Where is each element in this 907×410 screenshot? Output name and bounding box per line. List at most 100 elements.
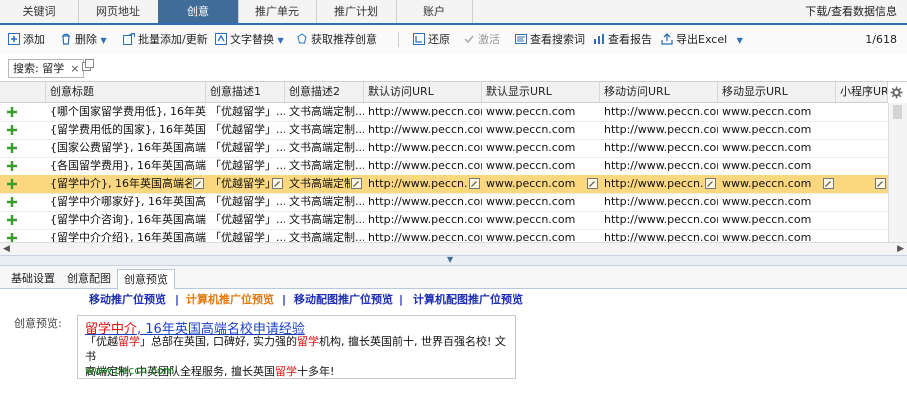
cell-title[interactable]: {留学中介}, 16年英国高端名校申 [46, 175, 192, 193]
restore-button[interactable]: 还原 [413, 25, 450, 54]
collapse-icon[interactable]: ▼ [447, 255, 453, 264]
preview-pc-tab[interactable]: 计算机推广位预览 [186, 292, 274, 308]
batch-add-button[interactable]: 批量添加/更新 [123, 25, 208, 54]
header-mobile-display-url[interactable]: 移动显示URL [718, 82, 836, 102]
cell-desc1[interactable]: 「优越留学」... [206, 139, 285, 157]
header-default-visit-url[interactable]: 默认访问URL [364, 82, 482, 102]
cell-desc2[interactable]: 文书高端定制... [285, 211, 364, 229]
add-button[interactable]: 添加 [8, 25, 45, 54]
table-row[interactable]: {留学中介哪家好}, 16年英国高端...「优越留学」...文书高端定制... h… [0, 193, 888, 212]
edit-icon[interactable] [875, 178, 886, 189]
cell-mobile-visit-url[interactable]: http://www.peccn.com [600, 175, 704, 193]
cell-desc1[interactable]: 「优越留学」 [206, 175, 271, 193]
activate-button[interactable]: 激活 [463, 25, 500, 54]
header-title[interactable]: 创意标题 [46, 82, 206, 102]
cell-default-visit-url[interactable]: http://www.peccn.com [364, 139, 482, 157]
plus-icon[interactable] [6, 214, 18, 226]
get-recommend-button[interactable]: 获取推荐创意 [296, 25, 377, 54]
tab-basic-settings[interactable]: 基础设置 [5, 269, 61, 288]
table-row[interactable]: {哪个国家留学费用低}, 16年英国...「优越留学」...文书高端定制... h… [0, 103, 888, 122]
replace-dropdown-icon[interactable]: ▼ [278, 36, 284, 45]
cell-desc1[interactable]: 「优越留学」... [206, 157, 285, 175]
cell-desc2[interactable]: 文书高端定制... [285, 103, 364, 121]
tab-creative[interactable]: 创意 [158, 0, 239, 23]
cell-default-display-url[interactable]: www.peccn.com [482, 103, 600, 121]
plus-icon[interactable] [6, 178, 18, 190]
edit-icon[interactable] [272, 178, 283, 189]
panel-splitter[interactable]: ▼ [0, 255, 907, 266]
tab-web-address[interactable]: 网页地址 [78, 0, 159, 23]
cell-default-display-url[interactable]: www.peccn.com [482, 175, 586, 193]
text-replace-button[interactable]: 文字替换 ▼ [215, 25, 284, 54]
cell-mobile-display-url[interactable]: www.peccn.com [718, 193, 836, 211]
plus-icon[interactable] [6, 196, 18, 208]
tab-account[interactable]: 账户 [396, 0, 473, 23]
plus-icon[interactable] [6, 106, 18, 118]
cell-desc1[interactable]: 「优越留学」... [206, 103, 285, 121]
edit-icon[interactable] [823, 178, 834, 189]
cell-mobile-display-url[interactable]: www.peccn.com [718, 139, 836, 157]
header-miniprogram-url[interactable]: 小程序URL [836, 82, 888, 102]
download-data-link[interactable]: 下载/查看数据信息 [805, 0, 897, 23]
cell-miniprogram-url[interactable] [836, 121, 888, 139]
cell-miniprogram-url[interactable] [836, 139, 888, 157]
tab-campaign[interactable]: 推广计划 [316, 0, 397, 23]
preview-mobile-image-tab[interactable]: 移动配图推广位预览 [294, 292, 393, 308]
cell-default-visit-url[interactable]: http://www.peccn.com [364, 211, 482, 229]
cell-desc1[interactable]: 「优越留学」... [206, 211, 285, 229]
tab-keywords[interactable]: 关键词 [0, 0, 79, 23]
cell-mobile-visit-url[interactable]: http://www.peccn.com [600, 121, 718, 139]
cell-default-visit-url[interactable]: http://www.peccn.com [364, 175, 468, 193]
header-desc2[interactable]: 创意描述2 [285, 82, 364, 102]
cell-title[interactable]: {国家公费留学}, 16年英国高端名... [46, 139, 206, 157]
filter-copy-icon[interactable] [81, 58, 95, 72]
table-row[interactable]: {留学中介}, 16年英国高端名校申「优越留学」文书高端定制 http://www… [0, 175, 888, 194]
cell-miniprogram-url[interactable] [836, 193, 888, 211]
table-row[interactable]: {留学费用低的国家}, 16年英国高...「优越留学」...文书高端定制...h… [0, 121, 888, 140]
table-row[interactable]: {留学中介咨询}, 16年英国高端名...「优越留学」...文书高端定制...h… [0, 211, 888, 230]
cell-desc2[interactable]: 文书高端定制... [285, 121, 364, 139]
header-mobile-visit-url[interactable]: 移动访问URL [600, 82, 718, 102]
cell-title[interactable]: {留学中介咨询}, 16年英国高端名... [46, 211, 206, 229]
cell-mobile-visit-url[interactable]: http://www.peccn.com [600, 193, 718, 211]
edit-icon[interactable] [469, 178, 480, 189]
cell-default-visit-url[interactable]: http://www.peccn.com [364, 121, 482, 139]
cell-mobile-display-url[interactable]: www.peccn.com [718, 157, 836, 175]
vertical-scrollbar[interactable] [888, 103, 907, 242]
cell-desc2[interactable]: 文书高端定制... [285, 193, 364, 211]
cell-mobile-display-url[interactable]: www.peccn.com [718, 103, 836, 121]
cell-miniprogram-url[interactable] [836, 103, 888, 121]
edit-icon[interactable] [705, 178, 716, 189]
table-row[interactable]: {国家公费留学}, 16年英国高端名...「优越留学」...文书高端定制...h… [0, 139, 888, 158]
header-default-display-url[interactable]: 默认显示URL [482, 82, 600, 102]
cell-title[interactable]: {留学费用低的国家}, 16年英国高... [46, 121, 206, 139]
cell-desc2[interactable]: 文书高端定制... [285, 157, 364, 175]
delete-dropdown-icon[interactable]: ▼ [101, 36, 107, 45]
tab-ad-unit[interactable]: 推广单元 [238, 0, 317, 23]
export-excel-button[interactable]: 导出Excel ▼ [661, 25, 743, 54]
view-search-terms-button[interactable]: 查看搜索词 [515, 25, 585, 54]
edit-icon[interactable] [587, 178, 598, 189]
cell-mobile-display-url[interactable]: www.peccn.com [718, 175, 822, 193]
tab-creative-preview[interactable]: 创意预览 [117, 269, 175, 290]
cell-miniprogram-url[interactable] [836, 211, 888, 229]
view-report-button[interactable]: 查看报告 [593, 25, 652, 54]
cell-mobile-display-url[interactable]: www.peccn.com [718, 211, 836, 229]
cell-desc2[interactable]: 文书高端定制 [285, 175, 350, 193]
scroll-thumb[interactable] [893, 105, 902, 119]
cell-desc2[interactable]: 文书高端定制... [285, 139, 364, 157]
delete-button[interactable]: 删除 ▼ [60, 25, 107, 54]
table-row[interactable]: {各国留学费用}, 16年英国高端名...「优越留学」...文书高端定制...h… [0, 157, 888, 176]
cell-mobile-visit-url[interactable]: http://www.peccn.com [600, 103, 718, 121]
cell-title[interactable]: {留学中介哪家好}, 16年英国高端... [46, 193, 206, 211]
plus-icon[interactable] [6, 160, 18, 172]
close-icon[interactable]: × [70, 62, 79, 75]
header-desc1[interactable]: 创意描述1 [206, 82, 285, 102]
preview-pc-image-tab[interactable]: 计算机配图推广位预览 [413, 292, 523, 308]
cell-desc1[interactable]: 「优越留学」... [206, 121, 285, 139]
cell-default-display-url[interactable]: www.peccn.com [482, 211, 600, 229]
cell-title[interactable]: {各国留学费用}, 16年英国高端名... [46, 157, 206, 175]
cell-title[interactable]: {哪个国家留学费用低}, 16年英国... [46, 103, 206, 121]
cell-desc1[interactable]: 「优越留学」... [206, 193, 285, 211]
edit-icon[interactable] [193, 178, 204, 189]
